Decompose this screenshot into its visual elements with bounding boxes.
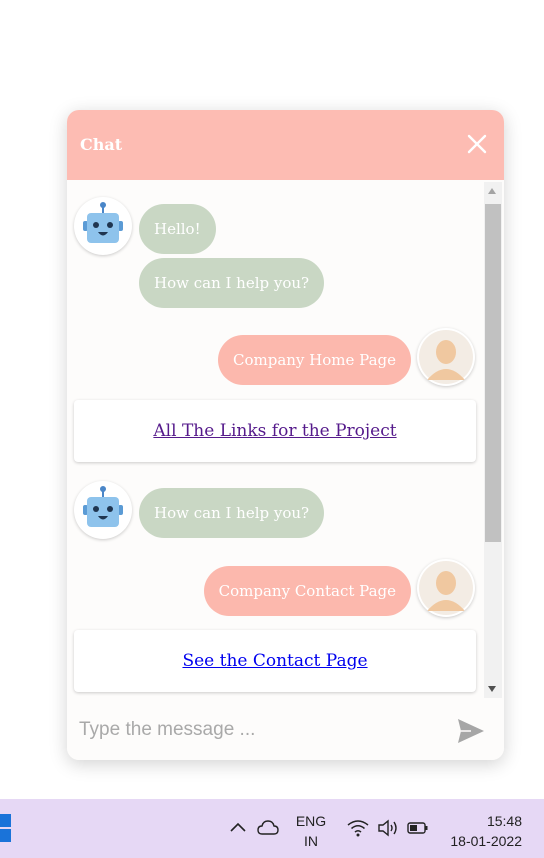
wifi-icon[interactable] <box>347 819 369 842</box>
windows-start-icon[interactable] <box>0 814 12 842</box>
user-message: Company Home Page <box>217 335 411 385</box>
link-card: All The Links for the Project <box>74 400 476 462</box>
send-icon <box>458 719 484 743</box>
link-card: See the Contact Page <box>74 630 476 692</box>
bot-message: How can I help you? <box>139 258 325 308</box>
scrollbar[interactable] <box>484 182 502 698</box>
clock[interactable]: 15:48 18-01-2022 <box>440 811 522 851</box>
send-button[interactable] <box>457 718 485 744</box>
bot-avatar <box>74 481 132 539</box>
user-message: Company Contact Page <box>203 566 411 616</box>
scroll-up-arrow-icon[interactable] <box>488 188 496 194</box>
input-area <box>67 700 504 760</box>
clock-time: 15:48 <box>486 813 522 829</box>
chat-messages[interactable]: Hello! How can I help you? Company Home … <box>67 180 504 700</box>
chevron-up-icon[interactable] <box>229 820 247 839</box>
scroll-down-arrow-icon[interactable] <box>488 686 496 692</box>
scroll-thumb[interactable] <box>485 204 501 542</box>
robot-icon <box>83 486 123 527</box>
battery-icon[interactable] <box>407 821 429 840</box>
user-icon <box>419 561 473 615</box>
close-icon <box>467 134 487 154</box>
chat-window: Chat Hello! How can I help you? Company … <box>67 110 504 760</box>
cloud-icon[interactable] <box>257 820 279 841</box>
bot-message: Hello! <box>139 204 216 254</box>
language-code: ENG <box>295 813 327 829</box>
language-indicator[interactable]: ENG IN <box>294 811 328 851</box>
chat-header: Chat <box>67 110 504 180</box>
user-avatar <box>417 328 475 386</box>
bot-message: How can I help you? <box>139 488 325 538</box>
volume-icon[interactable] <box>377 819 399 842</box>
user-icon <box>419 330 473 384</box>
message-input[interactable] <box>79 710 439 750</box>
taskbar: ENG IN 15:48 18-01-2022 <box>0 799 544 858</box>
bot-avatar <box>74 197 132 255</box>
chat-title: Chat <box>80 135 123 154</box>
close-button[interactable] <box>466 133 488 155</box>
region-code: IN <box>304 833 318 849</box>
contact-page-link[interactable]: See the Contact Page <box>182 651 367 671</box>
project-links-link[interactable]: All The Links for the Project <box>153 421 396 441</box>
user-avatar <box>417 559 475 617</box>
robot-icon <box>83 202 123 243</box>
clock-date: 18-01-2022 <box>450 833 522 849</box>
